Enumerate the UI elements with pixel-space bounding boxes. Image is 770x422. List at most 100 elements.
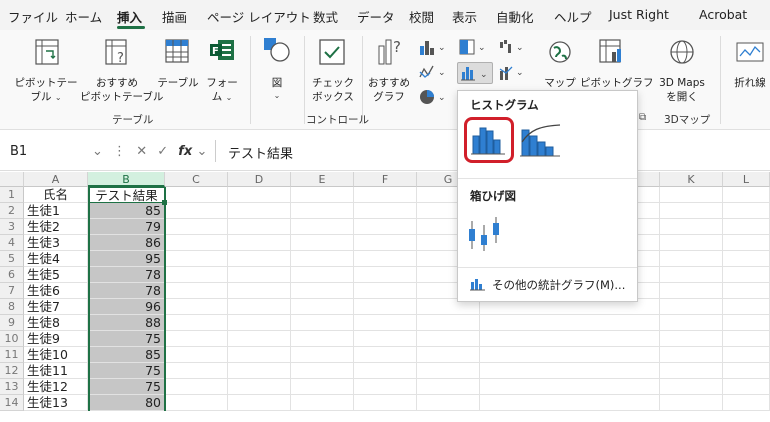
forms-icon[interactable]: F — [208, 38, 236, 67]
empty-cell[interactable] — [291, 219, 354, 235]
empty-cell[interactable] — [291, 203, 354, 219]
empty-cell[interactable] — [228, 283, 291, 299]
cell-test-score[interactable]: 96 — [88, 299, 165, 315]
3d-maps-label[interactable]: 3D Maps — [652, 76, 712, 90]
empty-cell[interactable] — [723, 251, 770, 267]
row-header[interactable]: 6 — [0, 267, 24, 283]
empty-cell[interactable] — [723, 347, 770, 363]
empty-cell[interactable] — [723, 219, 770, 235]
empty-cell[interactable] — [354, 315, 417, 331]
empty-cell[interactable] — [354, 331, 417, 347]
hierarchy-chart-icon[interactable]: ⌄ — [458, 38, 488, 59]
cell-test-score[interactable]: 79 — [88, 219, 165, 235]
empty-cell[interactable] — [723, 315, 770, 331]
cell-student-name[interactable]: 生徒13 — [24, 395, 88, 411]
tab-insert[interactable]: 挿入 — [117, 7, 142, 26]
empty-cell[interactable] — [480, 347, 660, 363]
empty-cell[interactable] — [291, 395, 354, 411]
column-header-f[interactable]: F — [354, 172, 417, 187]
table-label[interactable]: テーブル — [156, 76, 200, 90]
empty-cell[interactable] — [228, 203, 291, 219]
empty-cell[interactable] — [228, 299, 291, 315]
cell-test-score[interactable]: 88 — [88, 315, 165, 331]
cell-test-score[interactable]: 95 — [88, 251, 165, 267]
empty-cell[interactable] — [291, 235, 354, 251]
empty-cell[interactable] — [660, 315, 723, 331]
statistic-chart-button[interactable]: ⌄ — [457, 62, 493, 84]
chevron-down-icon[interactable]: ⌄ — [262, 88, 292, 103]
row-header[interactable]: 9 — [0, 315, 24, 331]
empty-cell[interactable] — [228, 347, 291, 363]
recommended-pivot-label-2[interactable]: ピボットテーブル — [80, 90, 163, 104]
tab-data[interactable]: データ — [357, 7, 395, 26]
cell-test-score[interactable]: 75 — [88, 331, 165, 347]
empty-cell[interactable] — [291, 315, 354, 331]
checkbox-label[interactable]: チェック — [310, 76, 356, 90]
empty-cell[interactable] — [228, 235, 291, 251]
empty-cell[interactable] — [228, 363, 291, 379]
recommended-charts-label[interactable]: おすすめ — [366, 76, 412, 90]
empty-cell[interactable] — [291, 251, 354, 267]
empty-cell[interactable] — [723, 235, 770, 251]
cell-test-score[interactable]: 78 — [88, 283, 165, 299]
empty-cell[interactable] — [660, 203, 723, 219]
cell-test-score[interactable]: 78 — [88, 267, 165, 283]
line-chart-icon[interactable]: ⌄ — [418, 63, 448, 84]
empty-cell[interactable] — [723, 363, 770, 379]
empty-cell[interactable] — [660, 187, 723, 203]
empty-cell[interactable] — [660, 251, 723, 267]
tab-file[interactable]: ファイル — [8, 7, 58, 26]
cell-test-score[interactable]: 85 — [88, 203, 165, 219]
tab-draw[interactable]: 描画 — [162, 7, 187, 26]
empty-cell[interactable] — [660, 347, 723, 363]
cell-test-score[interactable]: 86 — [88, 235, 165, 251]
empty-cell[interactable] — [354, 379, 417, 395]
map-chart-label[interactable]: マップ — [540, 76, 580, 90]
empty-cell[interactable] — [165, 331, 228, 347]
cell-student-name[interactable]: 生徒4 — [24, 251, 88, 267]
row-header[interactable]: 7 — [0, 283, 24, 299]
line-sparkline-label[interactable]: 折れ線 — [730, 76, 770, 90]
row-header[interactable]: 14 — [0, 395, 24, 411]
cell-student-name[interactable]: 生徒3 — [24, 235, 88, 251]
empty-cell[interactable] — [480, 395, 660, 411]
pie-chart-icon[interactable]: ⌄ — [418, 88, 448, 109]
confirm-icon[interactable]: ✓ — [157, 144, 168, 159]
row-header[interactable]: 5 — [0, 251, 24, 267]
recommended-pivot-label[interactable]: おすすめ — [84, 76, 150, 90]
shapes-icon[interactable] — [262, 36, 292, 69]
empty-cell[interactable] — [723, 395, 770, 411]
row-header[interactable]: 11 — [0, 347, 24, 363]
select-all-corner[interactable] — [0, 172, 24, 187]
empty-cell[interactable] — [165, 315, 228, 331]
empty-cell[interactable] — [660, 363, 723, 379]
empty-cell[interactable] — [354, 219, 417, 235]
cell-student-name[interactable]: 生徒8 — [24, 315, 88, 331]
empty-cell[interactable] — [354, 203, 417, 219]
empty-cell[interactable] — [165, 187, 228, 203]
empty-cell[interactable] — [228, 187, 291, 203]
empty-cell[interactable] — [660, 235, 723, 251]
empty-cell[interactable] — [291, 267, 354, 283]
pivot-table-label-2[interactable]: ブル ⌄ — [18, 90, 74, 105]
cell-student-name[interactable]: 生徒5 — [24, 267, 88, 283]
cell-student-name[interactable]: 生徒10 — [24, 347, 88, 363]
empty-cell[interactable] — [354, 187, 417, 203]
cell-test-score[interactable]: 85 — [88, 347, 165, 363]
chevron-down-icon[interactable]: ⌄ — [196, 144, 207, 159]
recommended-pivot-icon[interactable]: ? — [104, 38, 130, 69]
empty-cell[interactable] — [480, 379, 660, 395]
fill-handle[interactable] — [162, 200, 167, 205]
empty-cell[interactable] — [660, 395, 723, 411]
empty-cell[interactable] — [228, 267, 291, 283]
box-whisker-option[interactable] — [466, 211, 510, 255]
pivot-table-icon[interactable] — [34, 38, 60, 69]
tab-help[interactable]: ヘルプ — [554, 7, 592, 26]
empty-cell[interactable] — [354, 395, 417, 411]
checkbox-label-2[interactable]: ボックス — [310, 90, 356, 104]
tab-review[interactable]: 校閲 — [409, 7, 434, 26]
column-header-d[interactable]: D — [228, 172, 291, 187]
row-header[interactable]: 3 — [0, 219, 24, 235]
cell-test-score[interactable]: 75 — [88, 363, 165, 379]
pivot-chart-label[interactable]: ピボットグラフ — [580, 76, 654, 90]
